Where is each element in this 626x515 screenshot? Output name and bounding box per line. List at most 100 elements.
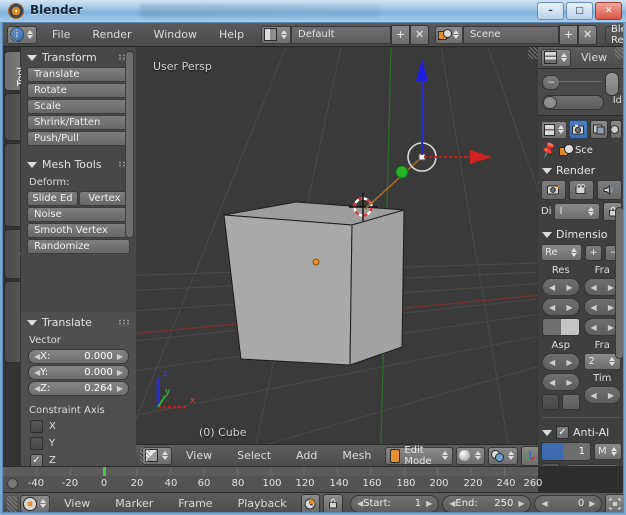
maximize-button[interactable]: □	[566, 2, 593, 20]
menu-view[interactable]: View	[53, 493, 101, 514]
editor-type-spinner[interactable]	[161, 448, 169, 464]
crop-checkbox[interactable]	[562, 394, 579, 410]
add-preset-button[interactable]: +	[585, 245, 602, 261]
time-remap-field[interactable]: ◀▶	[584, 386, 622, 404]
context-spinner[interactable]	[558, 122, 564, 138]
timeline-ruler[interactable]: -40 -20 0 20 40 60 80 100 120 140 160 18…	[3, 466, 538, 492]
sidebar-item-tool[interactable]: Tool	[4, 51, 20, 91]
panel-header-operator-translate[interactable]: Translate	[21, 312, 136, 331]
screen-layout-selector[interactable]: Default + ✕	[261, 25, 429, 45]
sidebar-item-shading-uvs[interactable]: Shading / U	[4, 143, 20, 227]
menu-select[interactable]: Select	[226, 445, 282, 467]
sidebar-item-grease-pencil[interactable]: Grease Pen	[4, 281, 20, 363]
increment-arrow-icon[interactable]: ▶	[589, 499, 595, 508]
constraint-axis-x-row[interactable]: X	[21, 418, 136, 435]
menu-window[interactable]: Window	[143, 24, 208, 46]
constraint-axis-y-row[interactable]: Y	[21, 435, 136, 452]
tool-button-translate[interactable]: Translate	[27, 67, 130, 82]
pivot-point-selector[interactable]	[488, 447, 518, 465]
properties-scrollbar-main[interactable]	[615, 207, 624, 359]
viewport-corner-grip[interactable]	[528, 47, 538, 59]
tab-render-properties[interactable]	[569, 120, 588, 139]
decrement-arrow-icon[interactable]: ◀	[591, 283, 597, 292]
menu-add[interactable]: Add	[285, 445, 328, 467]
increment-arrow-icon[interactable]: ▶	[566, 378, 572, 387]
resolution-percentage-slider[interactable]	[542, 318, 580, 336]
scene-selector[interactable]: Scene + ✕	[435, 25, 597, 45]
preset-spinner[interactable]	[570, 245, 578, 261]
properties-editor-type-button[interactable]	[541, 49, 571, 67]
lock-timeline-button[interactable]	[323, 494, 343, 514]
increment-arrow-icon[interactable]: ▶	[566, 283, 572, 292]
display-spinner[interactable]	[587, 204, 595, 220]
add-screen-button[interactable]: +	[391, 25, 410, 45]
menu-help[interactable]: Help	[208, 24, 255, 46]
area-corner-grip[interactable]	[6, 493, 17, 514]
screen-layout-spinner[interactable]	[281, 27, 288, 43]
tool-button-rotate[interactable]: Rotate	[27, 83, 130, 98]
add-scene-button[interactable]: +	[559, 25, 578, 45]
remove-screen-button[interactable]: ✕	[410, 25, 429, 45]
checkbox-axis-x[interactable]	[30, 420, 43, 433]
sidebar-item-options[interactable]: Optio	[4, 229, 20, 279]
decrement-arrow-icon[interactable]: ◀	[591, 391, 597, 400]
render-animation-button[interactable]	[569, 180, 594, 200]
tool-button-shrink-fatten[interactable]: Shrink/Fatten	[27, 115, 130, 130]
increment-arrow-icon[interactable]: ▶	[117, 368, 123, 377]
vector-y-field[interactable]: ◀ Y: 0.000 ▶	[28, 365, 129, 380]
zoom-out-button[interactable]: −	[542, 75, 560, 90]
increment-arrow-icon[interactable]: ▶	[426, 499, 432, 508]
menu-render[interactable]: Render	[81, 24, 142, 46]
search-input[interactable]	[542, 95, 604, 110]
tool-button-vertex[interactable]: Vertex	[79, 191, 130, 206]
panel-header-transform[interactable]: Transform	[21, 47, 136, 66]
tab-scene-properties[interactable]	[590, 120, 609, 139]
aspect-x-field[interactable]: ◀▶	[542, 353, 580, 371]
properties-scrollbar[interactable]	[605, 72, 619, 96]
decrement-arrow-icon[interactable]: ◀	[549, 303, 555, 312]
decrement-arrow-icon[interactable]: ◀	[541, 499, 547, 508]
mode-spinner[interactable]	[442, 448, 448, 464]
pivot-spinner[interactable]	[507, 448, 515, 464]
close-button[interactable]: ✕	[595, 2, 622, 20]
vector-x-field[interactable]: ◀ X: 0.000 ▶	[28, 349, 129, 364]
jump-to-endpoint-button[interactable]	[605, 494, 624, 514]
timeline-playhead[interactable]	[103, 467, 106, 476]
aspect-y-field[interactable]: ◀▶	[542, 373, 580, 391]
menu-mesh[interactable]: Mesh	[331, 445, 382, 467]
panel-header-antialiasing[interactable]: Anti-Al	[538, 423, 624, 440]
border-checkbox[interactable]	[542, 394, 559, 410]
increment-arrow-icon[interactable]: ▶	[608, 303, 614, 312]
render-audio-button[interactable]	[597, 180, 622, 200]
decrement-arrow-icon[interactable]: ◀	[549, 283, 555, 292]
menu-view[interactable]: View	[575, 47, 613, 69]
sidebar-item-create[interactable]: Creat	[4, 93, 20, 141]
vector-z-field[interactable]: ◀ Z: 0.264 ▶	[28, 381, 129, 396]
increment-arrow-icon[interactable]: ▶	[608, 323, 614, 332]
scene-icon-button[interactable]	[435, 26, 463, 44]
increment-arrow-icon[interactable]: ▶	[117, 352, 123, 361]
shading-spinner[interactable]	[474, 448, 482, 464]
full-sample-checkbox[interactable]	[541, 463, 560, 466]
tool-button-smooth-vertex[interactable]: Smooth Vertex	[27, 223, 130, 238]
menu-marker[interactable]: Marker	[104, 493, 164, 514]
timeline-editor-type-button[interactable]	[20, 495, 50, 513]
panel-header-render[interactable]: Render	[538, 161, 624, 178]
menu-frame[interactable]: Frame	[167, 493, 223, 514]
tab-world-properties[interactable]	[610, 120, 622, 139]
checkbox-axis-z[interactable]	[30, 454, 43, 466]
antialiasing-samples-toggle[interactable]: 1	[541, 442, 591, 461]
tool-button-scale[interactable]: Scale	[27, 99, 130, 114]
sync-mode-button[interactable]	[301, 494, 321, 514]
render-image-button[interactable]: +	[541, 180, 566, 200]
increment-arrow-icon[interactable]: ▶	[566, 303, 572, 312]
interaction-mode-selector[interactable]: Edit Mode	[385, 447, 452, 465]
render-engine-selector[interactable]: Blender Render	[605, 26, 624, 44]
tool-shelf-scrollbar[interactable]	[125, 51, 134, 238]
menu-file[interactable]: File	[41, 24, 81, 46]
tool-button-randomize[interactable]: Randomize	[27, 239, 130, 254]
frame-end-field[interactable]: ◀ End: 250 ▶	[442, 495, 531, 513]
increment-arrow-icon[interactable]: ▶	[608, 283, 614, 292]
checkbox-antialiasing[interactable]	[556, 426, 569, 439]
scene-name-field[interactable]: Scene	[463, 26, 559, 44]
